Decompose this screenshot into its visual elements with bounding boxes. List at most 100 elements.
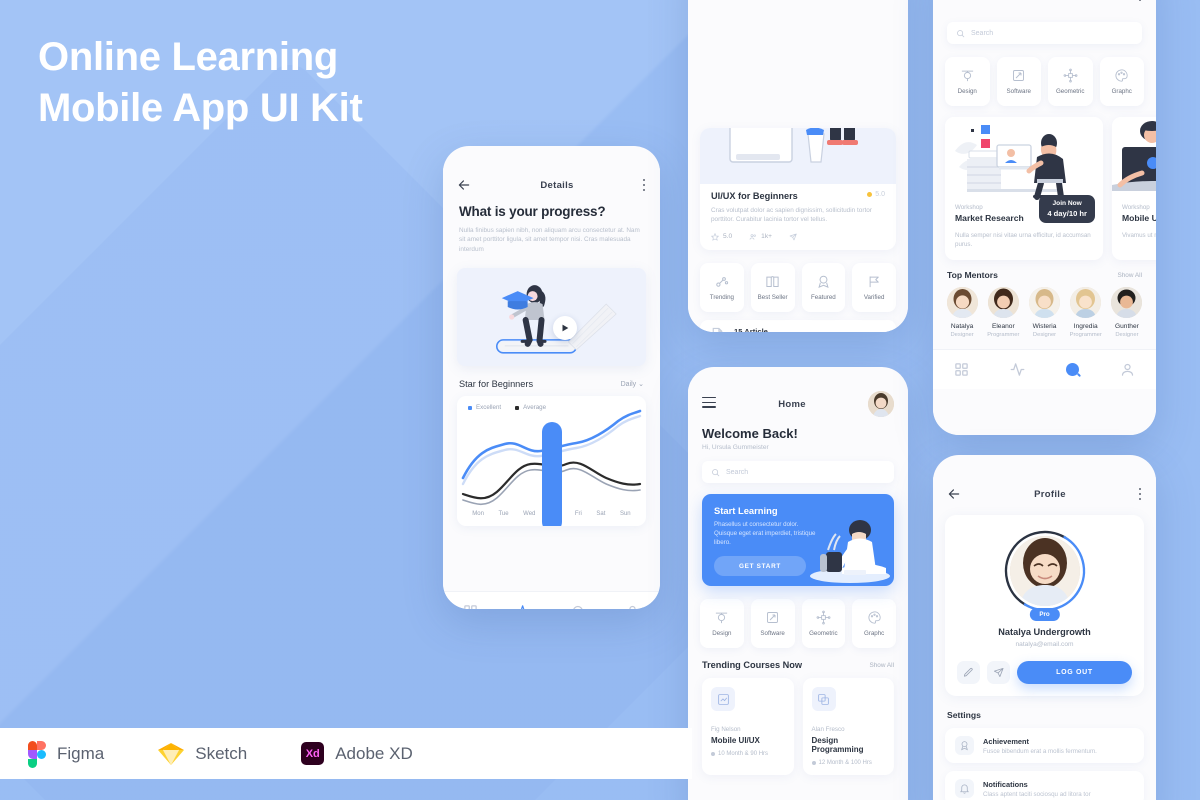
settings-item-achievement[interactable]: Achievement Fusce bibendum erat a mollis… [945,728,1144,763]
category-graphc[interactable]: Graphc [852,599,896,648]
tile-best-seller[interactable]: Best Seller [750,262,795,312]
course-title: Design Programming [811,736,864,754]
send-icon[interactable] [987,661,1010,684]
more-vertical-icon[interactable] [1138,0,1142,2]
category-software[interactable]: Software [996,57,1041,106]
course-card-mobile-uiux[interactable]: Fig Nelson Mobile UI/UX 10 Month & 90 Hr… [702,678,794,775]
activity-icon[interactable] [1010,362,1025,377]
software-icon [1011,68,1026,83]
workshop-card-market-research[interactable]: Join Now 4 day/10 hr Workshop Market Res… [945,117,1103,260]
page-title: Profile [1034,488,1066,500]
user-icon[interactable] [1120,362,1135,377]
search-icon [957,29,965,37]
workshop-title: Mobile UI/UX [1122,213,1156,223]
activity-icon[interactable] [517,604,532,609]
category-label: Software [1006,88,1031,95]
grid-icon[interactable] [463,604,478,609]
category-geometric[interactable]: Geometric [1048,57,1093,106]
laptop-person-illustration [1112,117,1156,201]
arrow-left-icon[interactable] [947,0,961,2]
mentor-role: Programmer [1069,332,1102,338]
details-body-text: Nulla finibus sapien nibh, non aliquam a… [459,227,640,253]
promo-get-start-button[interactable]: GET START [714,556,806,576]
section-title: Trending Courses Now [702,660,803,670]
category-geometric[interactable]: Geometric [801,599,846,648]
settings-title: Settings [947,710,981,720]
mentor-eleanor[interactable]: Eleanor Programmer [984,287,1022,338]
pen-tool-icon [714,610,729,625]
layers-icon [811,687,836,711]
chart-icon [711,687,735,711]
category-software[interactable]: Software [750,599,795,648]
share-icon[interactable] [789,233,797,241]
more-vertical-icon[interactable] [1138,487,1142,501]
list-item-title: 15 Article [734,326,768,332]
badge-title: Join Now [1052,200,1082,207]
chart-filter-dropdown[interactable]: Daily ⌄ [621,380,644,388]
avatar[interactable] [1009,536,1080,606]
search-icon[interactable] [571,604,586,609]
mentor-role: Programmer [987,332,1020,338]
user-icon[interactable] [625,604,640,609]
discover-search-input[interactable]: Search [947,22,1142,44]
mentors-section-header: Top Mentors Show All [933,260,1156,280]
tool-label: Sketch [195,743,248,763]
page-title: Home [778,398,806,410]
course-card-design-programming[interactable]: Alan Fresco Design Programming 12 Month … [802,678,894,775]
more-vertical-icon[interactable] [642,178,646,192]
x-tick: Sat [596,511,606,518]
category-label: Graphc [1111,88,1132,95]
tile-trending[interactable]: Trending [700,262,744,312]
legend-item-excellent: Excellent [468,404,501,411]
profile-appbar: Profile [933,477,1156,511]
join-now-badge[interactable]: Join Now 4 day/10 hr [1039,195,1095,223]
grid-icon[interactable] [954,362,969,377]
mentor-gunther[interactable]: Gunther Designer [1108,287,1146,338]
hero-line-1: Online Learning [38,35,338,79]
workshop-carousel[interactable]: Join Now 4 day/10 hr Workshop Market Res… [933,106,1156,260]
mentor-wisteria[interactable]: Wisteria Designer [1025,287,1063,338]
page-title: Discover [1029,0,1072,1]
pencil-icon[interactable] [957,661,980,684]
x-tick: Sun [619,511,631,518]
show-all-link[interactable]: Show All [1117,272,1142,279]
book-icon [765,274,780,289]
course-title: Mobile UI/UX [711,736,760,745]
hamburger-icon[interactable] [702,396,716,411]
start-learning-promo-card[interactable]: Start Learning Phasellus ut consectetur … [702,494,894,586]
mentor-ingredia[interactable]: Ingredia Programmer [1067,287,1105,338]
discover-bottom-nav [933,349,1156,389]
geometric-icon [816,610,831,625]
settings-item-title: Notifications [983,779,1028,789]
mentor-name: Gunther [1115,323,1139,330]
mentor-list: Natalya Designer Eleanor Programmer Wist… [933,280,1156,338]
show-all-link[interactable]: Show All [869,662,894,669]
category-design[interactable]: Design [945,57,990,106]
hero-heading: Online Learning Mobile App UI Kit [38,32,468,134]
category-design[interactable]: Design [700,599,744,648]
arrow-left-icon[interactable] [457,178,471,192]
course-card[interactable]: UI/UX for Beginners 5.0 Cras volutpat do… [700,128,896,250]
category-graphc[interactable]: Graphc [1099,57,1144,106]
tile-featured[interactable]: Featured [801,262,846,312]
phone-course-screen: UI/UX for Beginners 5.0 Cras volutpat do… [688,0,908,332]
workshop-card-mobile-uiux[interactable]: Workshop Mobile UI/UX Vivamus ut nec max… [1112,117,1156,260]
logout-button[interactable]: LOG OUT [1017,661,1132,684]
discover-categories: Design Software Geometric Graphc [933,44,1156,106]
chart-title: Star for Beginners [459,379,534,390]
laptop-and-person-illustration [700,128,896,184]
avatar[interactable] [867,391,894,417]
tool-adobe-xd[interactable]: Xd Adobe XD [301,742,413,765]
settings-item-notifications[interactable]: Notifications Class aptent taciti socios… [945,771,1144,800]
mentor-natalya[interactable]: Natalya Designer [943,287,981,338]
course-rating-badge: 5.0 [867,191,885,198]
student-on-book-illustration [457,268,646,367]
x-tick: Fri [574,511,582,518]
tile-varified[interactable]: Varified [852,262,896,312]
search-icon[interactable] [1066,363,1080,376]
search-input[interactable]: Search [702,461,894,483]
tool-sketch[interactable]: Sketch [158,742,248,765]
arrow-left-icon[interactable] [947,487,961,501]
tool-figma[interactable]: Figma [28,740,104,768]
course-list-item-article[interactable]: 15 Article Mauris id fringilla erat. Pha… [700,319,896,332]
